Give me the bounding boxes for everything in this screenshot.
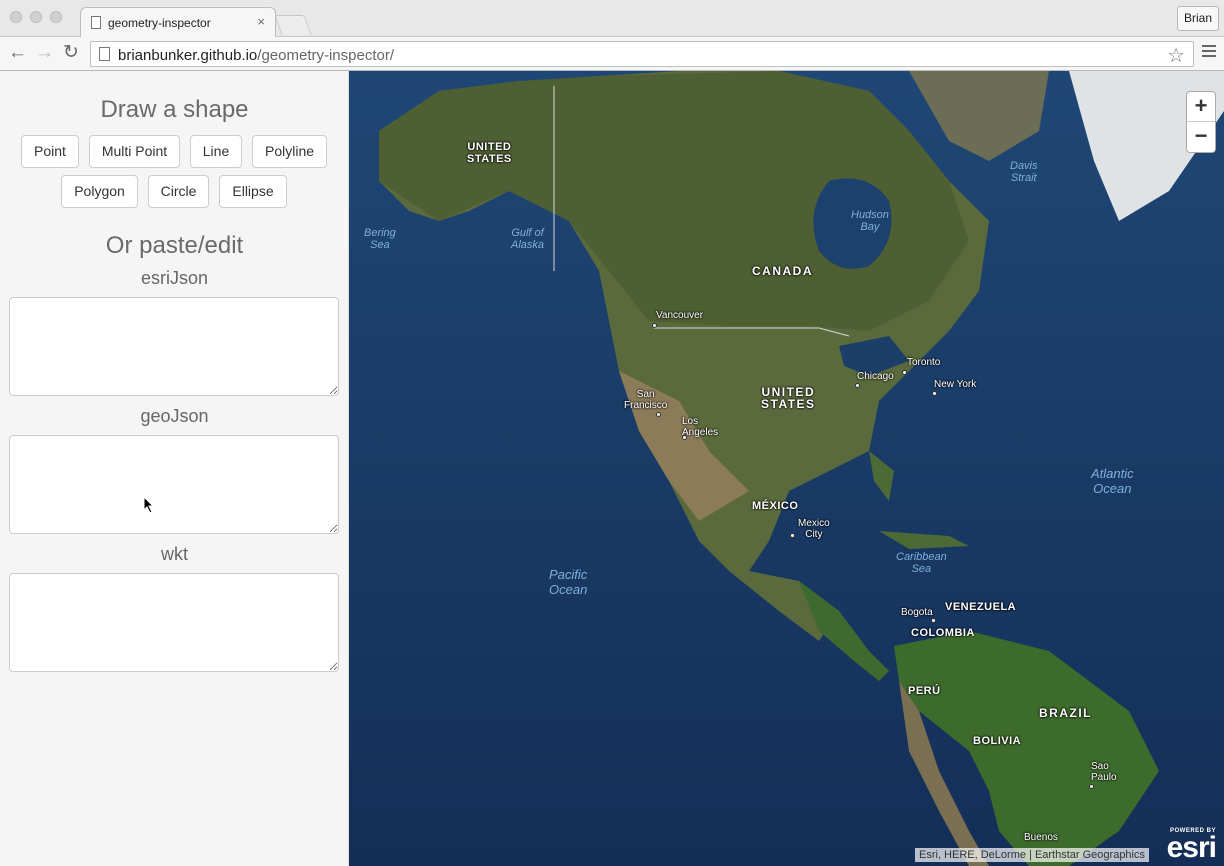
url-host: brianbunker.github.io <box>118 47 258 64</box>
map-label-colombia: COLOMBIA <box>911 627 975 639</box>
city-label-los-angeles: Los Angeles <box>682 416 719 438</box>
city-label-buenos-aires: Buenos <box>1024 832 1058 843</box>
zoom-control: + − <box>1186 91 1216 153</box>
map-label-davis-strait: Davis Strait <box>1010 160 1038 184</box>
map-view[interactable]: UNITED STATES CANADA UNITED STATES MÉXIC… <box>349 71 1224 866</box>
map-label-mexico: MÉXICO <box>752 500 799 512</box>
city-label-san-francisco: San Francisco <box>624 389 668 411</box>
point-button[interactable]: Point <box>21 135 79 168</box>
city-marker <box>931 618 936 623</box>
map-label-peru: PERÚ <box>908 685 941 697</box>
browser-tab-strip: geometry-inspector × Brian <box>0 0 1224 37</box>
reload-icon[interactable]: ↻ <box>63 42 79 64</box>
ellipse-button[interactable]: Ellipse <box>219 175 287 208</box>
page-icon <box>91 16 101 29</box>
address-bar[interactable]: brianbunker.github.io/geometry-inspector… <box>90 41 1194 67</box>
mouse-cursor-icon <box>143 496 155 514</box>
map-label-gulf-of-alaska: Gulf of Alaska <box>511 227 545 251</box>
city-marker <box>902 370 907 375</box>
wkt-label: wkt <box>161 544 188 564</box>
map-label-pacific-ocean: Pacific Ocean <box>549 567 588 597</box>
map-label-us-alaska: UNITED STATES <box>467 141 512 165</box>
tab-close-icon[interactable]: × <box>257 14 265 29</box>
bookmark-star-icon[interactable]: ☆ <box>1167 43 1185 68</box>
city-marker <box>656 412 661 417</box>
esri-logo[interactable]: POWERED BY esri <box>1166 828 1217 864</box>
zoom-in-button[interactable]: + <box>1187 92 1215 122</box>
city-label-vancouver: Vancouver <box>656 310 704 321</box>
city-label-toronto: Toronto <box>907 357 941 368</box>
city-label-mexico-city: Mexico City <box>798 518 830 540</box>
city-marker <box>790 533 795 538</box>
zoom-out-button[interactable]: − <box>1187 122 1215 152</box>
map-label-us-alaska-text: UNITED STATES <box>467 141 512 165</box>
forward-icon[interactable]: → <box>35 42 54 64</box>
draw-shape-heading: Draw a shape <box>100 96 249 123</box>
line-button[interactable]: Line <box>190 135 242 168</box>
map-label-bolivia: BOLIVIA <box>973 735 1022 747</box>
city-marker <box>855 383 860 388</box>
map-label-united-states: UNITED STATES <box>761 385 816 411</box>
map-label-atlantic-ocean: Atlantic Ocean <box>1091 466 1134 496</box>
map-label-venezuela: VENEZUELA <box>945 601 1017 613</box>
polyline-button[interactable]: Polyline <box>252 135 327 168</box>
back-icon[interactable]: ← <box>8 42 27 64</box>
esri-wordmark: esri <box>1166 831 1217 864</box>
circle-button[interactable]: Circle <box>148 175 209 208</box>
wkt-textarea[interactable] <box>9 573 339 672</box>
geojson-label: geoJson <box>140 406 209 426</box>
window-minimize-icon[interactable] <box>30 11 42 23</box>
city-label-chicago: Chicago <box>857 371 894 382</box>
map-label-bering-sea: Bering Sea <box>364 227 396 251</box>
polygon-button[interactable]: Polygon <box>61 175 138 208</box>
page-icon <box>99 47 110 61</box>
map-label-brazil: BRAZIL <box>1039 706 1092 720</box>
browser-tab[interactable]: geometry-inspector × <box>80 7 276 37</box>
browser-menu-icon[interactable] <box>1202 45 1216 59</box>
esrijson-label: esriJson <box>140 268 209 288</box>
city-marker <box>1089 784 1094 789</box>
url-path: /geometry-inspector/ <box>257 47 395 64</box>
multi-point-button[interactable]: Multi Point <box>89 135 180 168</box>
new-tab-button[interactable] <box>274 15 312 35</box>
city-label-bogota: Bogota <box>901 607 933 618</box>
window-zoom-icon[interactable] <box>50 11 62 23</box>
map-label-caribbean-sea: Caribbean Sea <box>896 551 947 575</box>
map-label-hudson-bay: Hudson Bay <box>851 209 889 233</box>
browser-toolbar: ← → ↻ brianbunker.github.io/geometry-ins… <box>0 37 1224 71</box>
city-label-sao-paulo: Sao Paulo <box>1091 761 1117 783</box>
window-close-icon[interactable] <box>10 11 22 23</box>
city-label-new-york: New York <box>934 379 977 390</box>
map-attribution[interactable]: Esri, HERE, DeLorme | Earthstar Geograph… <box>915 848 1149 862</box>
profile-button[interactable]: Brian <box>1176 6 1219 31</box>
tab-title: geometry-inspector <box>108 16 211 30</box>
city-marker <box>652 323 657 328</box>
geojson-textarea[interactable] <box>9 435 339 534</box>
url-text[interactable]: brianbunker.github.io/geometry-inspector… <box>118 47 394 64</box>
paste-edit-heading: Or paste/edit <box>105 232 244 259</box>
city-marker <box>932 391 937 396</box>
sidebar-panel: Draw a shape Point Multi Point Line Poly… <box>0 71 349 866</box>
map-label-canada: CANADA <box>752 264 813 278</box>
esrijson-textarea[interactable] <box>9 297 339 396</box>
